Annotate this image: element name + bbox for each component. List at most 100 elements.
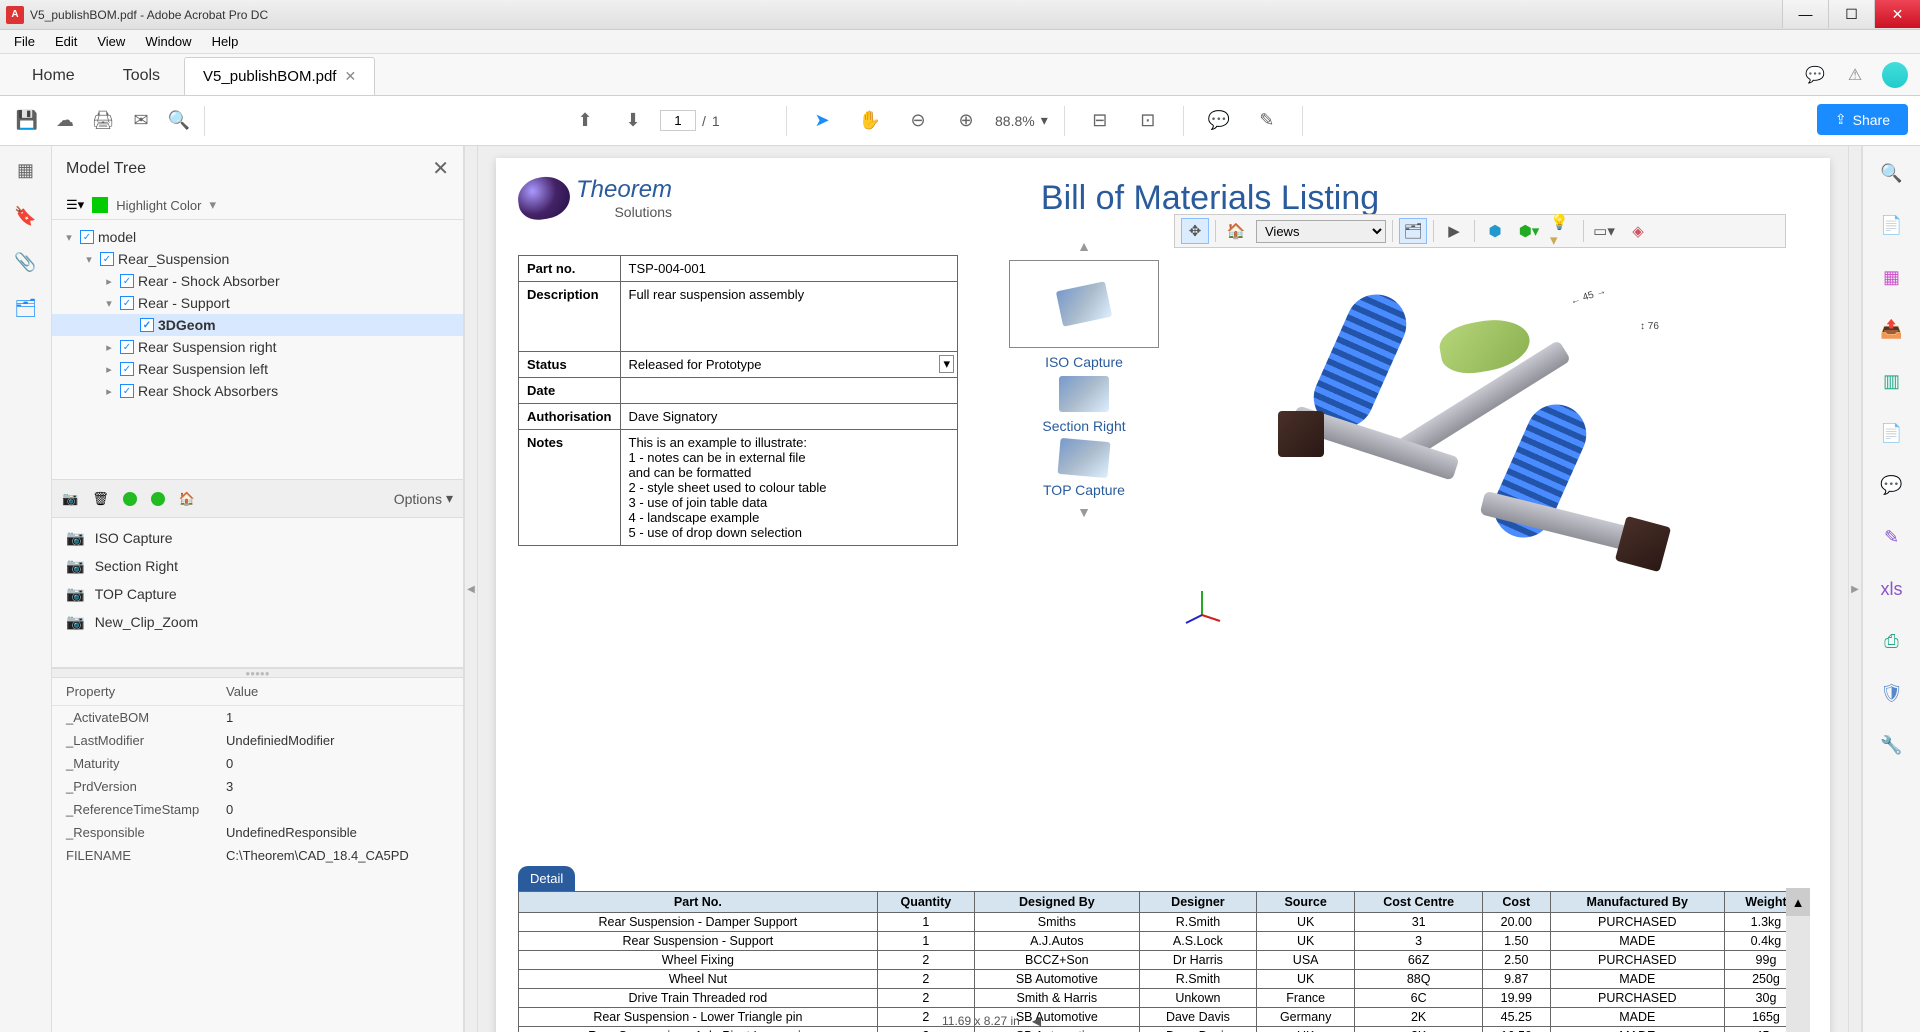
highlight-swatch[interactable]: [92, 197, 108, 213]
top-capture-thumb[interactable]: [1058, 438, 1111, 478]
page-up-icon[interactable]: ⬆: [568, 104, 602, 138]
alert-icon[interactable]: ⚠: [1842, 62, 1868, 88]
expand-icon[interactable]: ▾: [82, 253, 96, 266]
fill-sign-icon[interactable]: ✎: [1879, 524, 1905, 550]
zoom-level[interactable]: 88.8%: [995, 113, 1035, 129]
export-pdf-icon[interactable]: 📄: [1879, 212, 1905, 238]
background-icon[interactable]: ▭▾: [1590, 218, 1618, 244]
bookmarks-icon[interactable]: 🔖: [14, 204, 38, 228]
highlight-dropdown-icon[interactable]: ▾: [209, 197, 216, 213]
view-item[interactable]: 📷ISO Capture: [52, 524, 463, 552]
protect-icon[interactable]: 🛡: [1879, 680, 1905, 706]
cross-section-icon[interactable]: ⬢▾: [1515, 218, 1543, 244]
pan-tool-icon[interactable]: ✥: [1181, 218, 1209, 244]
tab-home[interactable]: Home: [8, 57, 99, 95]
attachments-icon[interactable]: 📎: [14, 250, 38, 274]
add-view-icon[interactable]: 📷: [62, 491, 78, 507]
play-icon[interactable]: ▶: [1440, 218, 1468, 244]
tree-node[interactable]: ▸✓Rear Suspension right: [52, 336, 463, 358]
view-item[interactable]: 📷Section Right: [52, 552, 463, 580]
render-mode-icon[interactable]: ⬢: [1481, 218, 1509, 244]
nav-next-icon[interactable]: [151, 492, 165, 506]
home-3d-icon[interactable]: 🏠: [1222, 218, 1250, 244]
visibility-checkbox[interactable]: ✓: [120, 340, 134, 354]
fit-page-icon[interactable]: ⊡: [1131, 104, 1165, 138]
zoom-in-icon[interactable]: ⊕: [949, 104, 983, 138]
search-icon[interactable]: 🔍: [162, 104, 196, 138]
page-down-icon[interactable]: ⬇: [616, 104, 650, 138]
tree-node[interactable]: ▸✓Rear Shock Absorbers: [52, 380, 463, 402]
save-icon[interactable]: 💾: [10, 104, 44, 138]
share-button[interactable]: ⇪ Share: [1817, 104, 1908, 135]
model-tree-icon[interactable]: 🗂: [14, 296, 38, 320]
create-pdf-icon[interactable]: 📄: [1879, 420, 1905, 446]
bom-scrollbar[interactable]: ▲ ▼: [1786, 888, 1810, 1032]
model-tree[interactable]: ▾✓model▾✓Rear_Suspension▸✓Rear - Shock A…: [52, 220, 463, 480]
close-button[interactable]: ✕: [1874, 0, 1920, 28]
menu-window[interactable]: Window: [135, 32, 201, 51]
comment-tool-icon[interactable]: 💬: [1879, 472, 1905, 498]
menu-edit[interactable]: Edit: [45, 32, 87, 51]
pane-splitter[interactable]: ●●●●●: [52, 668, 463, 678]
visibility-checkbox[interactable]: ✓: [120, 274, 134, 288]
sign-icon[interactable]: ✎: [1250, 104, 1284, 138]
expand-icon[interactable]: ▸: [102, 275, 116, 288]
cloud-icon[interactable]: ☁: [48, 104, 82, 138]
delete-view-icon[interactable]: 🗑: [92, 491, 109, 507]
highlight-label[interactable]: Highlight Color: [116, 198, 201, 213]
page-number-input[interactable]: [660, 110, 696, 131]
organize-icon[interactable]: ▦: [1879, 264, 1905, 290]
expand-icon[interactable]: ▾: [102, 297, 116, 310]
tree-options-icon[interactable]: ☰▾: [66, 197, 84, 213]
model-tree-3d-icon[interactable]: 🗂: [1399, 218, 1427, 244]
expand-icon[interactable]: ▾: [62, 231, 76, 244]
section-right-thumb[interactable]: [1059, 376, 1109, 412]
hscroll-left-icon[interactable]: ◀: [1032, 1014, 1041, 1028]
visibility-checkbox[interactable]: ✓: [120, 296, 134, 310]
user-avatar[interactable]: [1882, 62, 1908, 88]
expand-icon[interactable]: ▸: [102, 341, 116, 354]
home-view-icon[interactable]: 🏠: [179, 491, 195, 507]
hand-tool-icon[interactable]: ✋: [853, 104, 887, 138]
tree-node[interactable]: ▾✓model: [52, 226, 463, 248]
print-icon[interactable]: 🖨: [86, 104, 120, 138]
notifications-icon[interactable]: 💬: [1802, 62, 1828, 88]
visibility-checkbox[interactable]: ✓: [120, 384, 134, 398]
zoom-tool-icon[interactable]: 🔍: [1879, 160, 1905, 186]
visibility-checkbox[interactable]: ✓: [140, 318, 154, 332]
fit-width-icon[interactable]: ⊟: [1083, 104, 1117, 138]
visibility-checkbox[interactable]: ✓: [120, 362, 134, 376]
visibility-checkbox[interactable]: ✓: [80, 230, 94, 244]
thumbnails-icon[interactable]: ▦: [14, 158, 38, 182]
pane-close-icon[interactable]: ✕: [432, 156, 449, 181]
combine-icon[interactable]: ⎙: [1879, 628, 1905, 654]
viewer-3d[interactable]: ✥ 🏠 Views 🗂 ▶ ⬢ ⬢▾ 💡▾ ▭▾ ◈: [1174, 214, 1786, 634]
extra-tool-icon[interactable]: ◈: [1624, 218, 1652, 244]
view-item[interactable]: 📷TOP Capture: [52, 580, 463, 608]
zoom-dropdown-icon[interactable]: ▾: [1041, 112, 1048, 129]
tab-tools[interactable]: Tools: [99, 57, 184, 95]
minimize-button[interactable]: —: [1782, 0, 1828, 28]
view-item[interactable]: 📷New_Clip_Zoom: [52, 608, 463, 636]
tab-close-icon[interactable]: ✕: [344, 68, 356, 85]
capture-down-icon[interactable]: ▼: [1077, 504, 1091, 520]
tree-node[interactable]: ▸✓Rear - Shock Absorber: [52, 270, 463, 292]
views-dropdown[interactable]: Views: [1256, 220, 1386, 243]
iso-capture-thumb[interactable]: [1009, 260, 1159, 348]
tree-node[interactable]: ▾✓Rear_Suspension: [52, 248, 463, 270]
menu-view[interactable]: View: [87, 32, 135, 51]
document-area[interactable]: Theorem Solutions Bill of Materials List…: [478, 146, 1848, 1032]
nav-prev-icon[interactable]: [123, 492, 137, 506]
tree-node[interactable]: ▸✓Rear Suspension left: [52, 358, 463, 380]
send-icon[interactable]: 📤: [1879, 316, 1905, 342]
maximize-button[interactable]: ☐: [1828, 0, 1874, 28]
visibility-checkbox[interactable]: ✓: [100, 252, 114, 266]
views-options[interactable]: Options ▾: [394, 490, 453, 507]
menu-file[interactable]: File: [4, 32, 45, 51]
edit-pdf-icon[interactable]: ▥: [1879, 368, 1905, 394]
capture-up-icon[interactable]: ▲: [1077, 238, 1091, 254]
collapse-right-icon[interactable]: ▶: [1848, 146, 1862, 1032]
collapse-left-icon[interactable]: ◀: [464, 146, 478, 1032]
selection-tool-icon[interactable]: ➤: [805, 104, 839, 138]
expand-icon[interactable]: ▸: [102, 385, 116, 398]
